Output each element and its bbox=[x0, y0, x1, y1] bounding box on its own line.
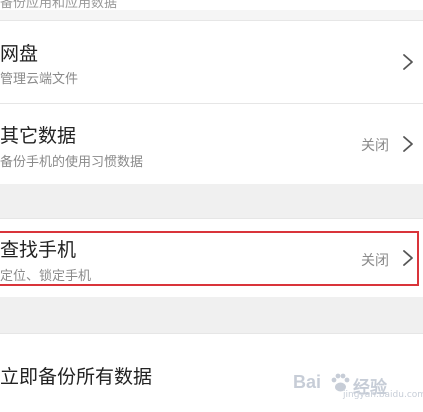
row-subtitle: 管理云端文件 bbox=[0, 72, 79, 87]
section-gap bbox=[0, 297, 423, 333]
settings-screen: 备份应用和应用数据 网盘 管理云端文件 其它数据 备份手机的使用习惯数据 关闭 … bbox=[0, 0, 423, 412]
section-gap bbox=[0, 184, 423, 218]
chevron-right-icon bbox=[403, 54, 413, 70]
backup-all-label: 立即备份所有数据 bbox=[0, 366, 153, 388]
row-find-phone[interactable]: 查找手机 定位、锁定手机 关闭 bbox=[0, 219, 423, 297]
watermark: Bai 经验 jingyan.baidu.com bbox=[293, 370, 423, 400]
chevron-right-icon bbox=[403, 136, 413, 152]
watermark-brand: Bai bbox=[293, 372, 322, 392]
row-subtitle: 备份手机的使用习惯数据 bbox=[0, 155, 144, 170]
row-other-data[interactable]: 其它数据 备份手机的使用习惯数据 关闭 bbox=[0, 104, 423, 184]
status-label: 关闭 bbox=[361, 138, 389, 154]
watermark-url: jingyan.baidu.com bbox=[343, 390, 423, 400]
status-label: 关闭 bbox=[361, 253, 389, 269]
row-title: 查找手机 bbox=[0, 239, 77, 261]
row-title: 其它数据 bbox=[0, 125, 77, 147]
row-title: 网盘 bbox=[0, 43, 39, 65]
cutoff-row[interactable]: 备份应用和应用数据 bbox=[0, 0, 423, 10]
row-cloud-drive[interactable]: 网盘 管理云端文件 bbox=[0, 21, 423, 103]
chevron-right-icon bbox=[403, 250, 413, 266]
row-subtitle: 定位、锁定手机 bbox=[0, 269, 92, 284]
cutoff-row-text: 备份应用和应用数据 bbox=[0, 0, 118, 10]
